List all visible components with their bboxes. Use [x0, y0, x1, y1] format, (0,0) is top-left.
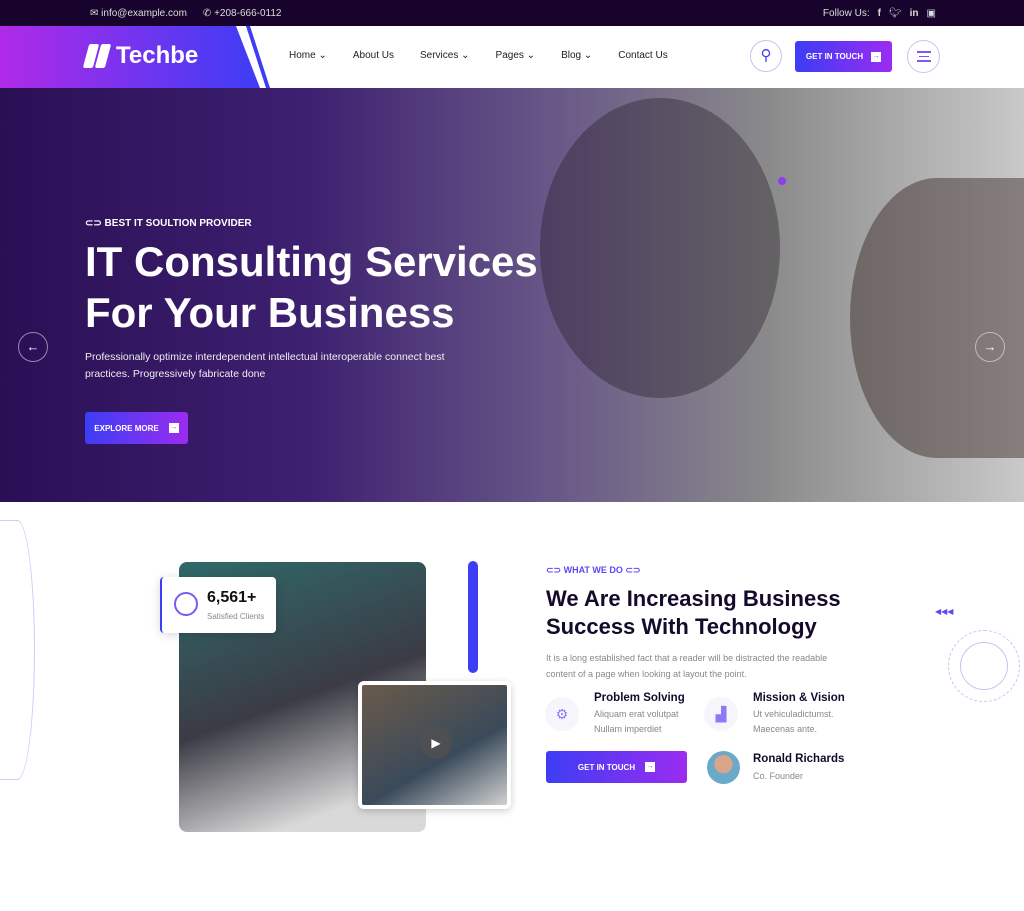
- hero-tag: ⊂⊃ BEST IT SOULTION PROVIDER: [85, 218, 252, 229]
- hero-description: Professionally optimize interdependent i…: [85, 351, 445, 380]
- hero-title: IT Consulting Services For Your Business: [85, 238, 538, 336]
- section-description: It is a long established fact that a rea…: [546, 653, 828, 679]
- phone-contact[interactable]: ✆ +208-666-0112: [203, 8, 282, 19]
- nav-pages[interactable]: Pages ⌄: [496, 50, 536, 61]
- decor-wave: [0, 520, 35, 780]
- top-bar: ✉ info@example.com ✆ +208-666-0112 Follo…: [0, 0, 1024, 26]
- nav-contact[interactable]: Contact Us: [618, 50, 667, 61]
- handshake-icon: [174, 592, 198, 616]
- decor-dot: [778, 177, 786, 185]
- email-text: info@example.com: [101, 8, 187, 19]
- video-thumbnail[interactable]: ▶: [358, 681, 511, 809]
- avatar: [707, 751, 740, 784]
- explore-more-button[interactable]: EXPLORE MORE →: [85, 412, 188, 444]
- nav-blog[interactable]: Blog ⌄: [561, 50, 592, 61]
- get-in-touch-button[interactable]: GET IN TOUCH →: [795, 41, 892, 72]
- decor-arrows: ◀◀◀: [935, 607, 954, 616]
- nav-about[interactable]: About Us: [353, 50, 394, 61]
- nav-home[interactable]: Home ⌄: [289, 50, 327, 61]
- section-title: We Are Increasing Business Success With …: [546, 586, 841, 639]
- decor-circle-inner: [960, 642, 1008, 690]
- youtube-icon[interactable]: ▣: [927, 8, 936, 19]
- logo[interactable]: Techbe: [82, 42, 199, 70]
- twitter-icon[interactable]: 🐦︎: [889, 8, 902, 19]
- arrow-icon: →: [168, 423, 179, 433]
- facebook-icon[interactable]: f: [878, 8, 881, 19]
- get-in-touch-button-secondary[interactable]: GET IN TOUCH →: [546, 751, 687, 783]
- follow-label: Follow Us:: [822, 8, 870, 19]
- feature-problem-solving: Problem Solving Aliquam erat volutpat Nul…: [594, 692, 685, 734]
- arrow-icon: →: [645, 762, 656, 772]
- search-button[interactable]: ⚲: [750, 40, 782, 72]
- prev-slide-button[interactable]: ←: [18, 332, 48, 362]
- decor-bar: [468, 561, 478, 673]
- main-nav: Home ⌄ About Us Services ⌄ Pages ⌄ Blog …: [289, 50, 694, 61]
- header: Techbe Home ⌄ About Us Services ⌄ Pages …: [0, 26, 1024, 88]
- logo-mark-icon: [82, 44, 112, 68]
- next-slide-button[interactable]: →: [975, 332, 1005, 362]
- search-icon: ⚲: [760, 47, 772, 64]
- phone-text: +208-666-0112: [214, 8, 282, 19]
- stat-label: Satisfied Clients: [207, 612, 265, 621]
- linkedin-icon[interactable]: in: [910, 8, 919, 19]
- problem-solving-icon: ⚙: [545, 697, 579, 731]
- logo-text: Techbe: [116, 42, 199, 69]
- clients-stat-card: 6,561+ Satisfied Clients: [160, 577, 276, 633]
- stat-value: 6,561+: [207, 589, 257, 606]
- menu-button[interactable]: [907, 40, 940, 73]
- feature-mission-vision: Mission & Vision Ut vehiculadictumst. Mae…: [753, 692, 845, 734]
- hero-section: ⊂⊃ BEST IT SOULTION PROVIDER IT Consulti…: [0, 88, 1024, 502]
- growth-chart-icon: ▟: [704, 697, 738, 731]
- arrow-icon: →: [871, 51, 882, 62]
- person-role: Co. Founder: [753, 771, 804, 781]
- play-icon[interactable]: ▶: [420, 727, 452, 759]
- nav-services[interactable]: Services ⌄: [420, 50, 470, 61]
- email-contact[interactable]: ✉ info@example.com: [90, 8, 187, 19]
- section-tag: ⊂⊃ WHAT WE DO ⊂⊃: [546, 565, 641, 575]
- hero-image-man: [850, 178, 1024, 458]
- person-name: Ronald Richards: [753, 753, 845, 765]
